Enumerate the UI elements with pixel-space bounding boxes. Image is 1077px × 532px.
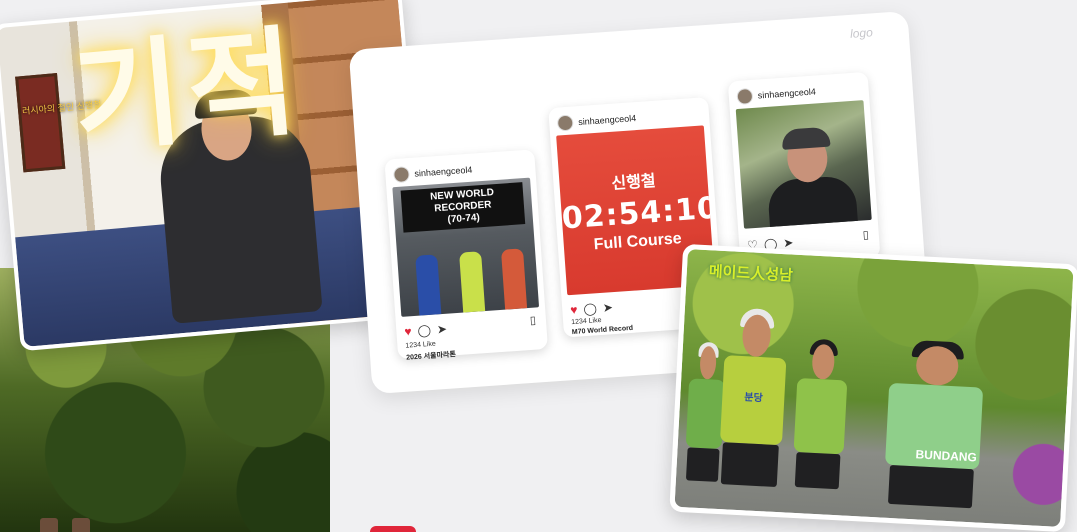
runner-shirt [793,378,848,455]
post-username: sinhaengceol4 [577,113,637,128]
bottom-accent [370,526,416,532]
lamp-post [40,518,58,532]
avatar [556,114,574,132]
post-header: sinhaengceol4 [556,110,637,132]
show-logo: 메이드人성남 [708,263,794,285]
avatar [392,166,411,184]
send-icon[interactable]: ➤ [436,322,447,337]
heart-icon[interactable]: ♥ [570,303,578,317]
like-count: 1234 Like [570,316,602,327]
runner-figure-front [870,339,997,527]
miracle-title: 기적 [67,12,308,170]
portrait-jacket [766,174,859,229]
runner-head [699,345,717,380]
comment-icon[interactable]: ◯ [417,323,431,338]
runner-shorts [794,451,841,490]
post-actions: ♥ ◯ ➤ [570,300,613,317]
record-banner: NEW WORLD RECORDER (70-74) [400,182,526,233]
send-icon[interactable]: ➤ [602,300,613,315]
runner-head [741,314,772,358]
comment-icon[interactable]: ◯ [583,301,597,316]
lamp-post [72,518,90,532]
post-image-race: NEW WORLD RECORDER (70-74) [392,177,540,317]
post-caption: M70 World Record [571,324,634,337]
post-caption: 2026 서울마라톤 [406,351,457,362]
send-icon[interactable]: ➤ [783,235,794,250]
bookmark-icon[interactable]: ▯ [529,314,537,327]
runner-figure [785,338,855,506]
runner-shorts [720,442,779,488]
heart-icon[interactable]: ♥ [404,324,412,338]
portrait-cap [781,126,831,150]
runner-figure [500,248,528,310]
post-username: sinhaengceol4 [757,86,817,101]
bundang-korean-text: 분당 [744,392,763,405]
runners-photo: 메이드人성남 BUNDANG 분당 [674,249,1074,527]
post-header: sinhaengceol4 [736,83,817,105]
marathon-runners-photo-card: 메이드人성남 BUNDANG 분당 [669,243,1077,532]
post-actions: ♥ ◯ ➤ [404,322,447,339]
post-image-portrait [735,100,872,229]
panel-logo: logo [849,25,874,41]
avatar [736,87,754,105]
runner-figure [459,251,486,313]
runner-head [811,343,836,381]
runner-figure [415,254,442,316]
wall-frame [15,73,66,173]
runner-shorts [887,464,975,509]
bookmark-icon[interactable]: ▯ [862,228,869,241]
post-header: sinhaengceol4 [392,162,473,184]
post-username: sinhaengceol4 [414,164,473,179]
instagram-post-world-recorder[interactable]: sinhaengceol4 NEW WORLD RECORDER (70-74)… [384,149,548,362]
instagram-post-portrait[interactable]: sinhaengceol4 ♡ ◯ ➤ ▯ [727,71,881,268]
like-count: 1234 Like [405,340,436,350]
runner-figure [709,308,797,507]
